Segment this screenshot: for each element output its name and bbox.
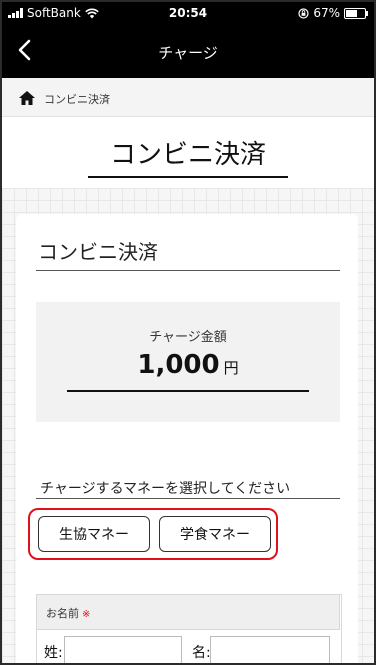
amount-value: 1,000 <box>137 350 220 380</box>
battery-percent: 67% <box>313 6 340 20</box>
card-title-divider <box>36 270 340 271</box>
nav-bar: チャージ <box>2 24 374 78</box>
money-select-prompt: チャージするマネーを選択してください <box>40 481 291 497</box>
page-title: コンビニ決済 <box>109 140 266 170</box>
breadcrumb: コンビニ決済 <box>2 78 374 117</box>
required-mark: ※ <box>82 609 91 620</box>
name-label-text: お名前 <box>46 607 79 620</box>
rotation-lock-icon <box>298 7 309 19</box>
amount-underline <box>67 390 309 392</box>
last-name-input[interactable] <box>64 636 182 663</box>
first-name-input[interactable] <box>210 636 330 663</box>
name-form-header: お名前 ※ <box>36 594 340 630</box>
status-bar-right: 67% <box>298 6 368 20</box>
name-label: お名前 ※ <box>46 605 90 621</box>
nav-title: チャージ <box>158 44 218 62</box>
card-title: コンビニ決済 <box>38 240 158 264</box>
amount-row: 1,000 円 <box>36 350 340 380</box>
status-bar: SoftBank 20:54 67% <box>2 2 374 24</box>
battery-level <box>346 9 357 17</box>
breadcrumb-current: コンビニ決済 <box>44 93 110 106</box>
home-icon[interactable] <box>19 91 35 105</box>
app-screen: SoftBank 20:54 67% チャージ コンビニ決済 コンビニ決済 コン… <box>2 2 374 663</box>
amount-label: チャージ金額 <box>149 330 227 345</box>
battery-icon <box>344 7 368 19</box>
money-select-divider <box>36 498 340 499</box>
last-name-label: 姓: <box>44 645 63 661</box>
gakushoku-money-button[interactable]: 学食マネー <box>159 516 271 552</box>
amount-unit: 円 <box>223 359 239 377</box>
first-name-label: 名: <box>192 645 211 661</box>
title-underline <box>88 176 288 178</box>
seikyo-money-button[interactable]: 生協マネー <box>38 516 150 552</box>
